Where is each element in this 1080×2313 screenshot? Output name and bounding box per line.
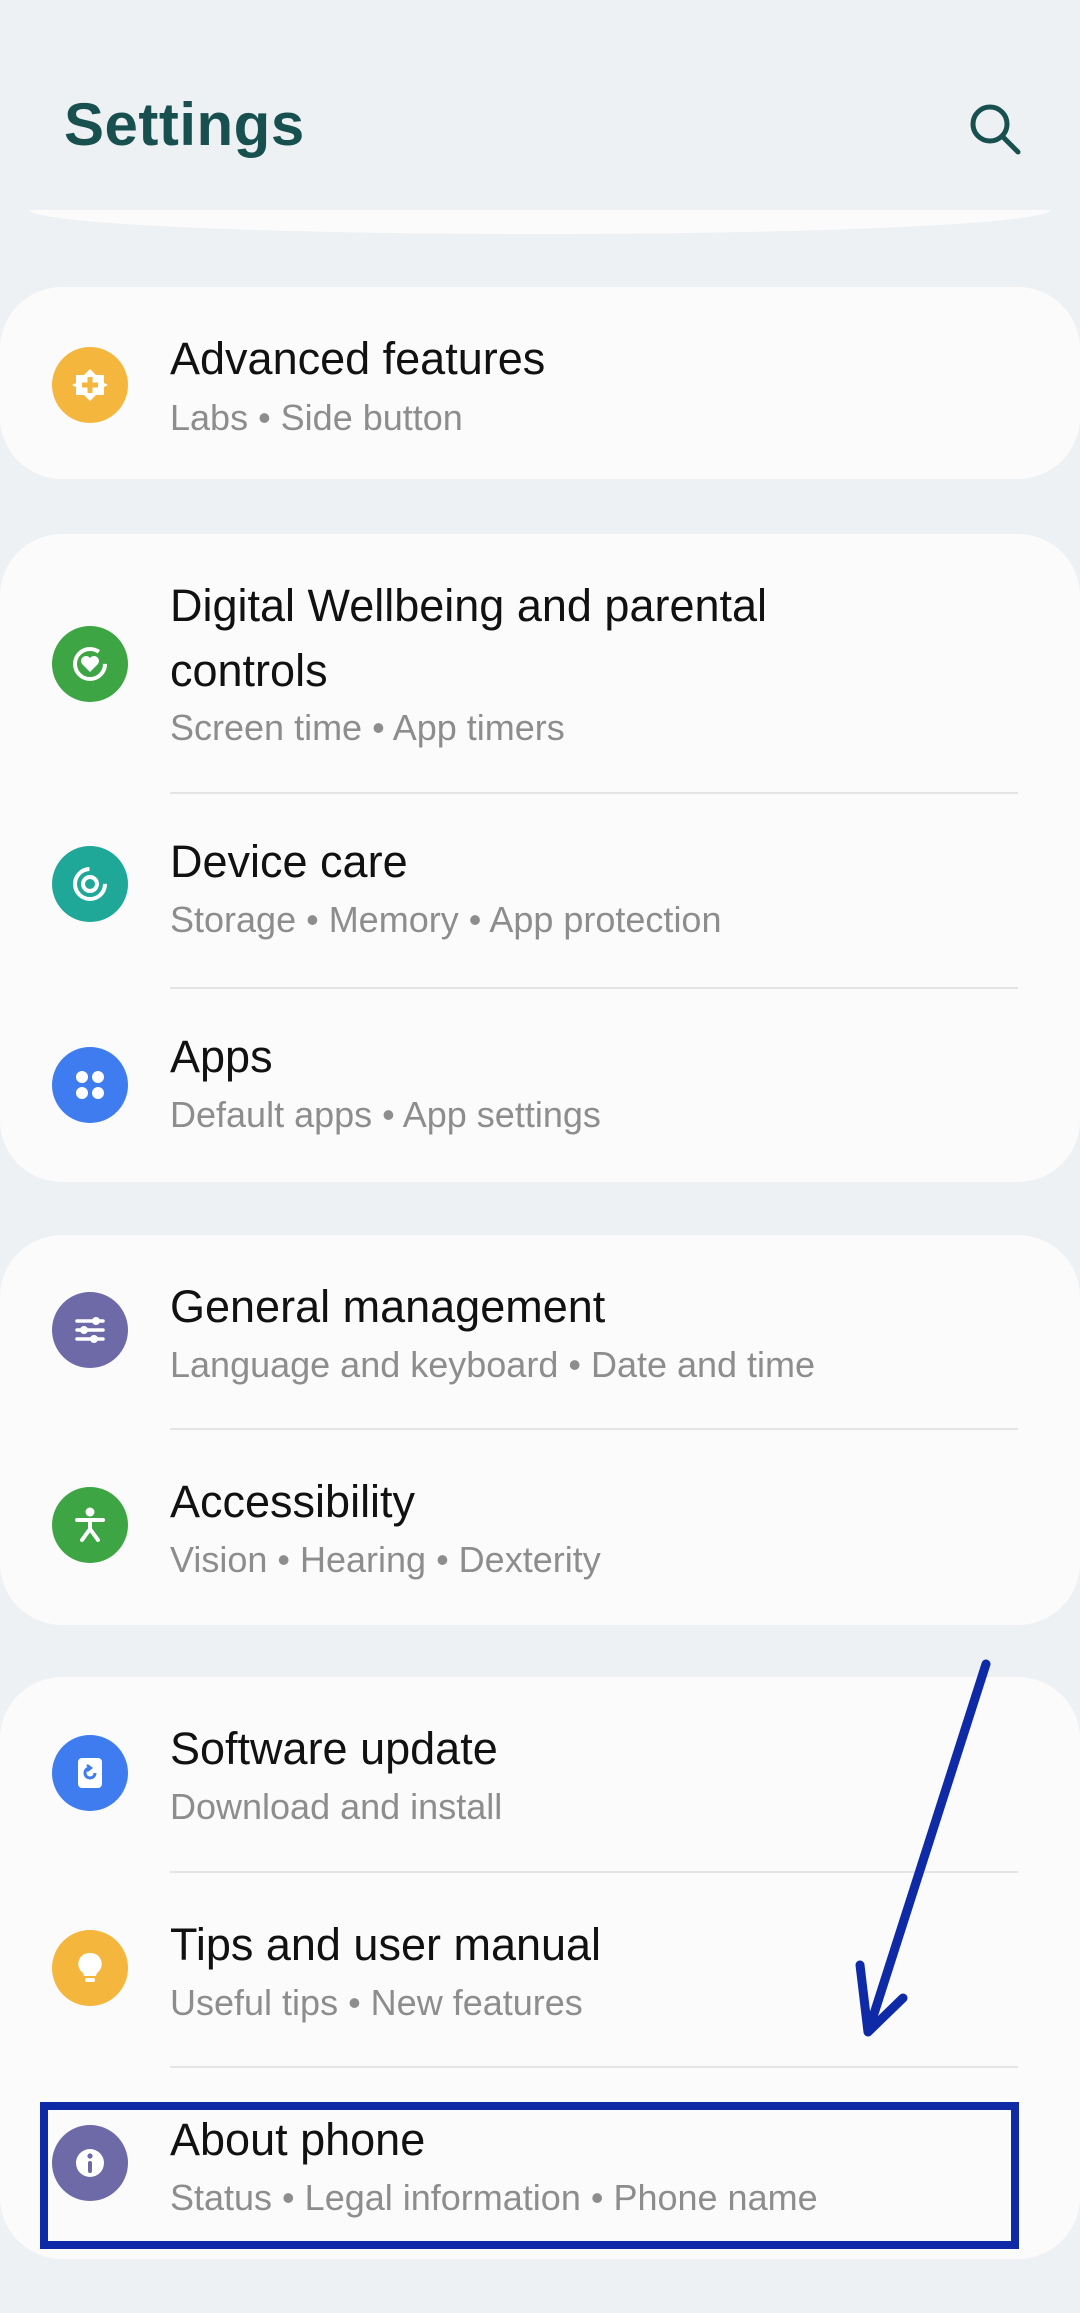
previous-card-edge [30,210,1050,234]
row-title: Advanced features [170,333,546,384]
row-apps[interactable]: Apps Default apps • App settings [0,989,1080,1182]
row-subtitle: Default apps • App settings [170,1094,601,1135]
apps-icon [52,1047,128,1123]
accessibility-icon [52,1487,128,1563]
row-subtitle: Vision • Hearing • Dexterity [170,1539,601,1580]
row-tips-manual[interactable]: Tips and user manual Useful tips • New f… [0,1873,1080,2067]
highlight-box [40,2102,1019,2249]
row-title: General management [170,1281,606,1332]
digital-wellbeing-icon [52,626,128,702]
tips-icon [52,1930,128,2006]
row-title: Software update [170,1723,498,1774]
row-subtitle: Download and install [170,1786,503,1827]
row-device-care[interactable]: Device care Storage • Memory • App prote… [0,794,1080,988]
row-software-update[interactable]: Software update Download and install [0,1677,1080,1872]
search-icon [970,104,1021,155]
row-title-line1: Digital Wellbeing and parental [170,580,768,631]
row-title: Apps [170,1031,273,1082]
row-subtitle: Screen time • App timers [170,707,565,748]
row-advanced-features[interactable]: Advanced features Labs • Side button [0,287,1080,479]
row-title: Device care [170,836,408,887]
header: Settings [0,0,1080,210]
search-button[interactable] [962,96,1028,162]
row-subtitle: Labs • Side button [170,397,463,438]
row-title-line2: controls [170,645,328,696]
row-accessibility[interactable]: Accessibility Vision • Hearing • Dexteri… [0,1430,1080,1625]
row-title: Accessibility [170,1476,416,1527]
software-update-icon [52,1735,128,1811]
row-subtitle: Storage • Memory • App protection [170,899,722,940]
general-management-icon [52,1292,128,1368]
row-digital-wellbeing[interactable]: Digital Wellbeing and parental controls … [0,534,1080,794]
advanced-features-icon [52,347,128,423]
row-general-management[interactable]: General management Language and keyboard… [0,1235,1080,1429]
device-care-icon [52,846,128,922]
row-title: Tips and user manual [170,1919,602,1970]
row-subtitle: Language and keyboard • Date and time [170,1344,816,1385]
page-title: Settings [64,91,305,158]
row-subtitle: Useful tips • New features [170,1982,583,2023]
